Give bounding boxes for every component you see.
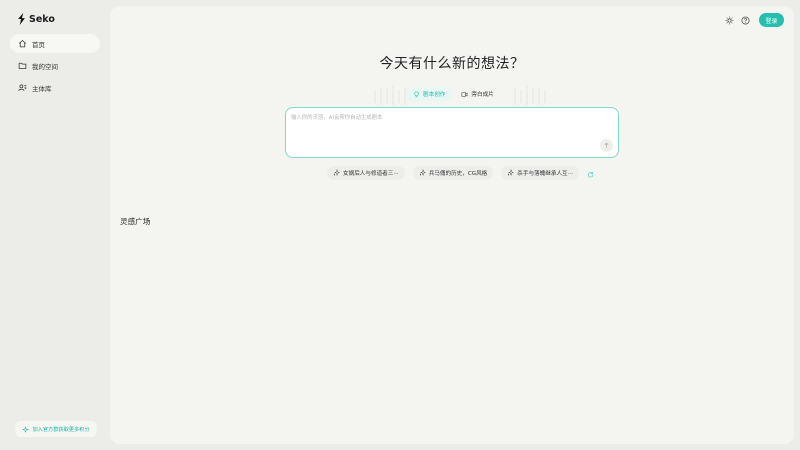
login-button[interactable]: 登录 bbox=[759, 13, 784, 27]
sidebar-item-subject-library[interactable]: 主体库 bbox=[10, 78, 100, 97]
prompt-input[interactable] bbox=[291, 113, 591, 133]
refresh-suggestions-button[interactable] bbox=[587, 163, 594, 182]
suggestion-chip[interactable]: 杀手与落魄继承人互··· bbox=[501, 165, 579, 180]
folder-icon bbox=[18, 62, 27, 69]
join-official-group-button[interactable]: 加入官方群获取更多积分 bbox=[15, 421, 97, 437]
sidebar-item-home[interactable]: 首页 bbox=[10, 34, 100, 53]
tab-script-creation[interactable]: 剧本创作 bbox=[406, 87, 453, 101]
suggestion-chip[interactable]: 女娲后人与修道者三··· bbox=[327, 165, 405, 180]
help-icon bbox=[741, 16, 749, 24]
join-label: 加入官方群获取更多积分 bbox=[32, 426, 90, 433]
sidebar-item-label: 主体库 bbox=[32, 84, 52, 93]
sidebar: Seko 首页 我的空间 主体库 加入官方群获取更多积分 bbox=[0, 0, 108, 450]
home-icon bbox=[18, 39, 27, 48]
film-icon bbox=[462, 91, 468, 97]
sparkle-icon bbox=[508, 169, 515, 176]
tab-label: 旁白成片 bbox=[471, 92, 494, 98]
theme-toggle-button[interactable] bbox=[724, 15, 734, 25]
sidebar-item-label: 首页 bbox=[32, 40, 45, 49]
theme-sun-icon bbox=[725, 16, 733, 24]
send-button[interactable] bbox=[600, 139, 613, 152]
header-actions: 登录 bbox=[724, 13, 784, 27]
bulb-icon bbox=[414, 91, 419, 97]
sparkle-icon bbox=[22, 426, 29, 432]
sparkle-icon bbox=[333, 169, 340, 176]
seko-logo-icon bbox=[18, 13, 25, 25]
app-logo[interactable]: Seko bbox=[17, 13, 55, 25]
inspiration-section-title: 灵感广场 bbox=[120, 217, 151, 226]
sidebar-item-label: 我的空间 bbox=[32, 62, 58, 71]
main-panel: 登录 今天有什么新的想法？ 剧本创作 旁白成片 输入你的灵感，AI会帮你自动生成… bbox=[110, 6, 794, 444]
users-icon bbox=[18, 84, 27, 91]
sparkle-icon bbox=[419, 169, 426, 176]
arrow-up-icon bbox=[604, 142, 609, 148]
suggestion-text: 兵马俑的历史，CG风格 bbox=[428, 170, 488, 177]
mode-tabs: 剧本创作 旁白成片 bbox=[406, 87, 501, 101]
tab-narration-video[interactable]: 旁白成片 bbox=[454, 87, 500, 101]
app-name: Seko bbox=[29, 13, 55, 25]
page-title: 今天有什么新的想法？ bbox=[379, 56, 525, 72]
help-button[interactable] bbox=[740, 15, 750, 25]
suggestion-list: 女娲后人与修道者三··· 兵马俑的历史，CG风格 杀手与落魄继承人互··· bbox=[327, 163, 594, 182]
sidebar-nav: 首页 我的空间 主体库 bbox=[10, 34, 100, 100]
suggestion-text: 杀手与落魄继承人互··· bbox=[517, 170, 573, 177]
tab-label: 剧本创作 bbox=[423, 92, 446, 98]
refresh-icon bbox=[587, 172, 594, 178]
prompt-input-container bbox=[285, 107, 619, 158]
sidebar-item-my-space[interactable]: 我的空间 bbox=[10, 56, 100, 75]
suggestion-text: 女娲后人与修道者三··· bbox=[343, 170, 399, 177]
suggestion-chip[interactable]: 兵马俑的历史，CG风格 bbox=[412, 165, 494, 180]
